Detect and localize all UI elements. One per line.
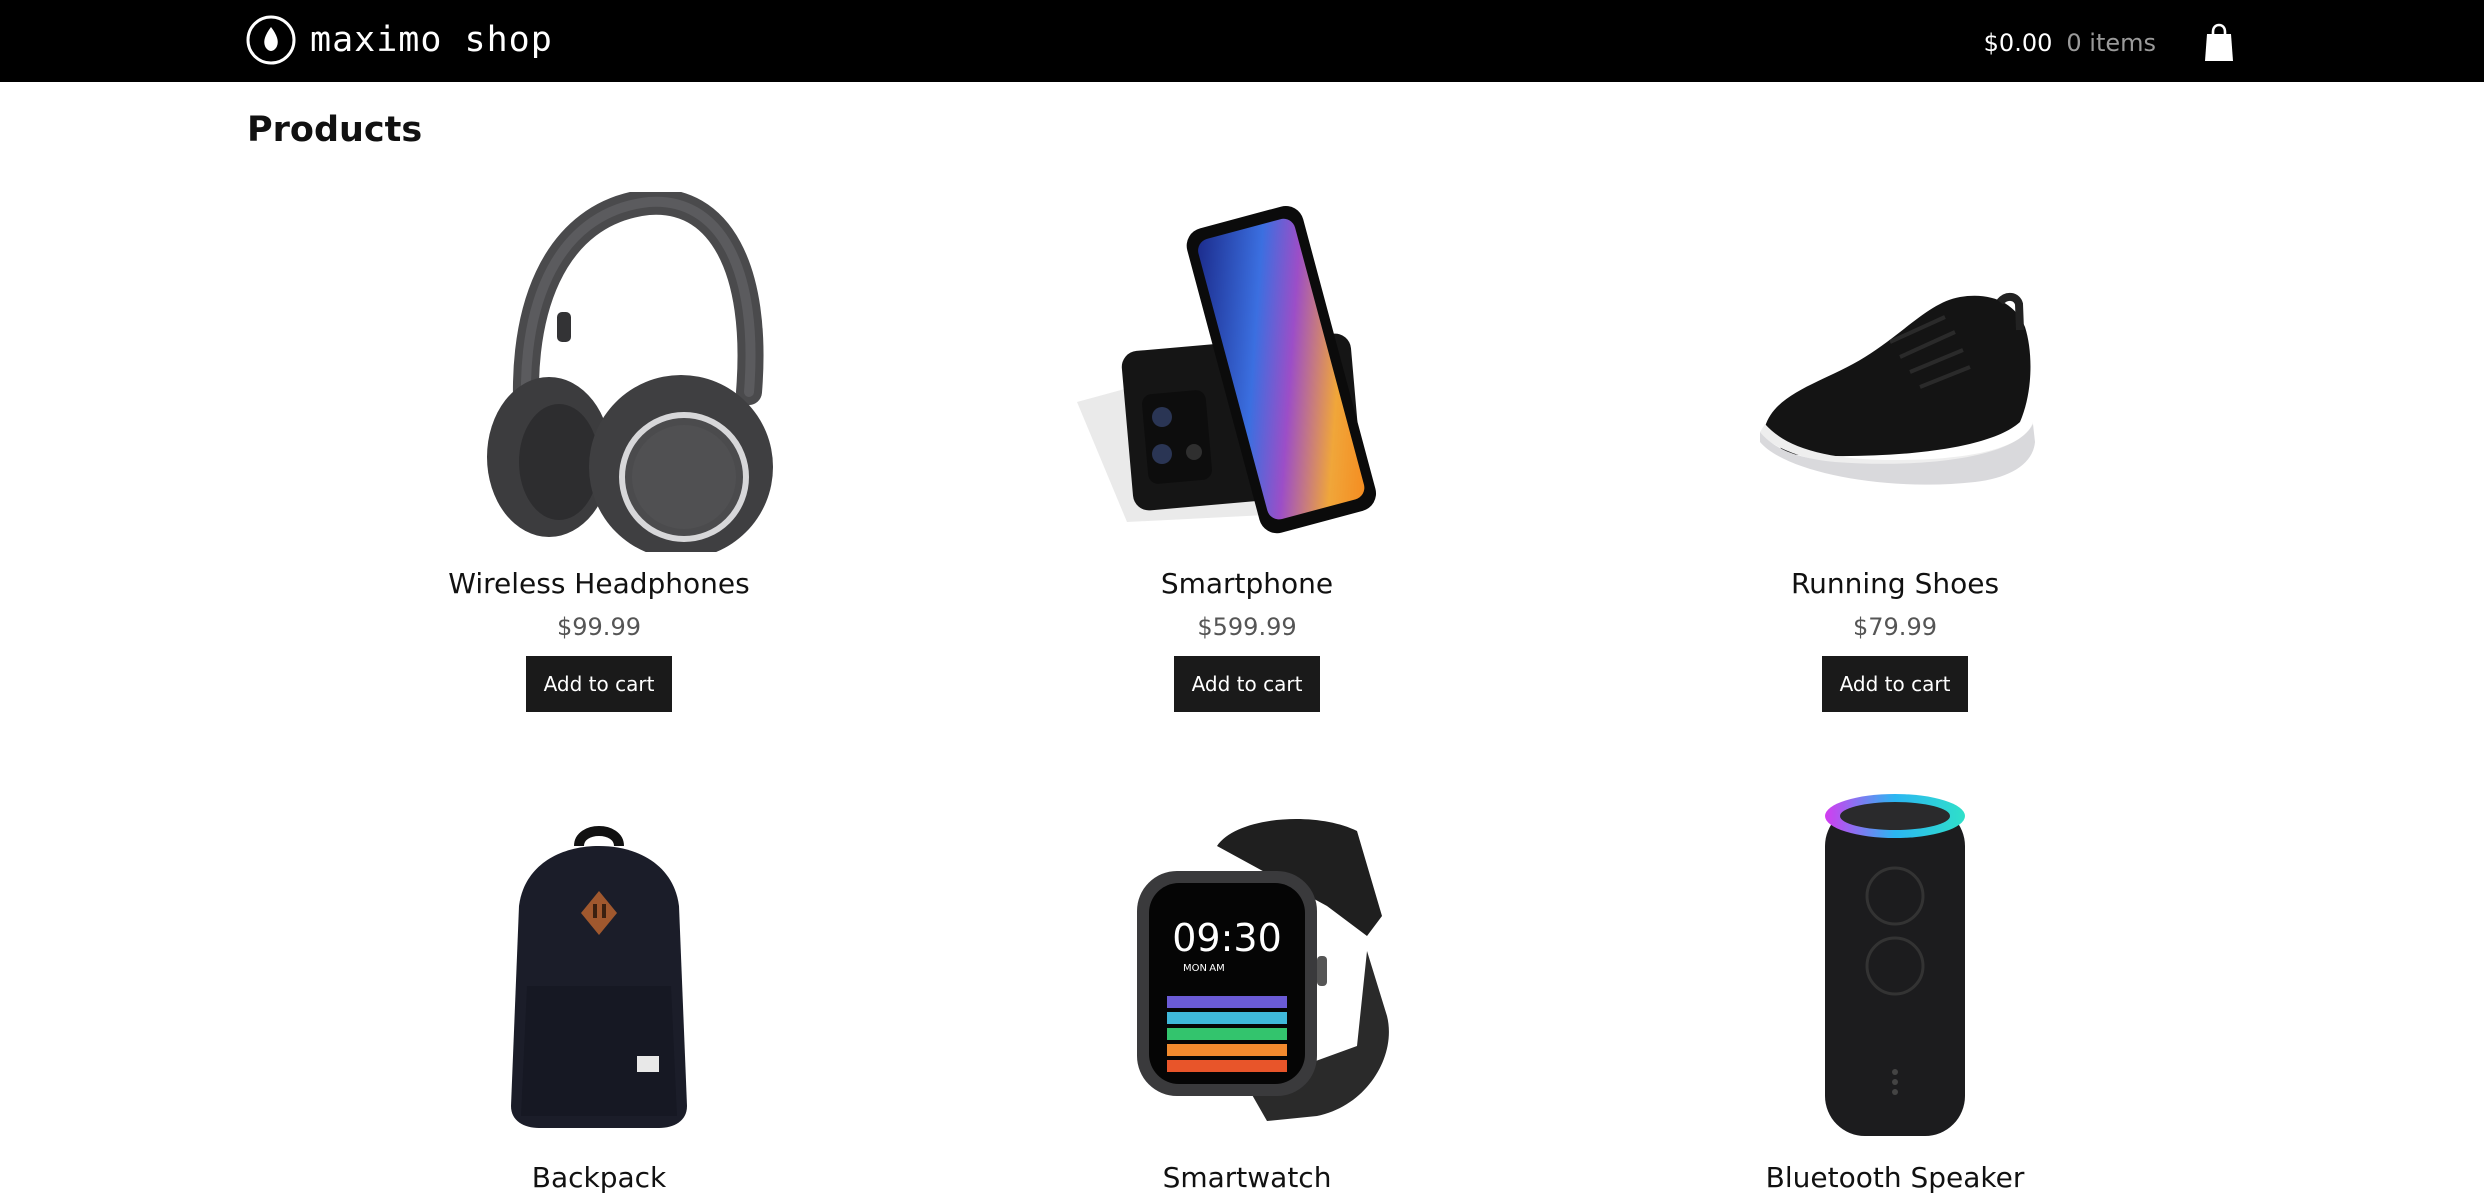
product-price: $99.99 — [557, 613, 641, 641]
backpack-image[interactable] — [419, 786, 779, 1146]
speaker-image[interactable] — [1715, 786, 2075, 1146]
product-name[interactable]: Smartwatch — [967, 1160, 1527, 1196]
product-card-backpack: Backpack — [319, 786, 879, 1196]
watch-ampm: AM — [1209, 963, 1224, 974]
add-to-cart-button[interactable]: Add to cart — [1822, 656, 1968, 712]
product-card-smartwatch: 09:30 MON AM Smartwatch — [967, 786, 1527, 1196]
cart-total: $0.00 — [1983, 29, 2053, 57]
product-name[interactable]: Bluetooth Speaker — [1615, 1160, 2175, 1196]
product-card-wireless-headphones: Wireless Headphones $99.99 Add to cart — [319, 192, 879, 712]
shopping-bag-icon[interactable] — [2204, 23, 2234, 63]
brand-name: maximo shop — [310, 19, 553, 60]
cart-summary[interactable]: $0.00 0 items — [1984, 18, 2234, 68]
product-name[interactable]: Backpack — [319, 1160, 879, 1196]
brand-home-link[interactable]: maximo shop — [246, 15, 553, 65]
product-card-smartphone: Smartphone $599.99 Add to cart — [967, 192, 1527, 712]
page-title: Products — [247, 110, 423, 150]
watch-day: MON — [1183, 963, 1207, 974]
product-name[interactable]: Wireless Headphones — [319, 566, 879, 602]
add-to-cart-button[interactable]: Add to cart — [1174, 656, 1320, 712]
product-price: $79.99 — [1853, 613, 1937, 641]
smartwatch-image[interactable]: 09:30 MON AM — [1067, 786, 1427, 1146]
product-name[interactable]: Smartphone — [967, 566, 1527, 602]
add-to-cart-button[interactable]: Add to cart — [526, 656, 672, 712]
smartphone-image[interactable] — [1067, 192, 1427, 552]
top-navigation-bar: maximo shop $0.00 0 items — [0, 0, 2484, 82]
product-name[interactable]: Running Shoes — [1615, 566, 2175, 602]
running-shoe-image[interactable] — [1715, 192, 2075, 552]
watch-time: 09:30 — [1172, 916, 1282, 960]
product-price: $599.99 — [1197, 613, 1297, 641]
product-card-running-shoes: Running Shoes $79.99 Add to cart — [1615, 192, 2175, 712]
headphones-image[interactable] — [419, 192, 779, 552]
cart-item-count: 0 items — [2066, 29, 2156, 57]
leaf-circle-icon — [246, 15, 296, 65]
product-card-bluetooth-speaker: Bluetooth Speaker — [1615, 786, 2175, 1196]
